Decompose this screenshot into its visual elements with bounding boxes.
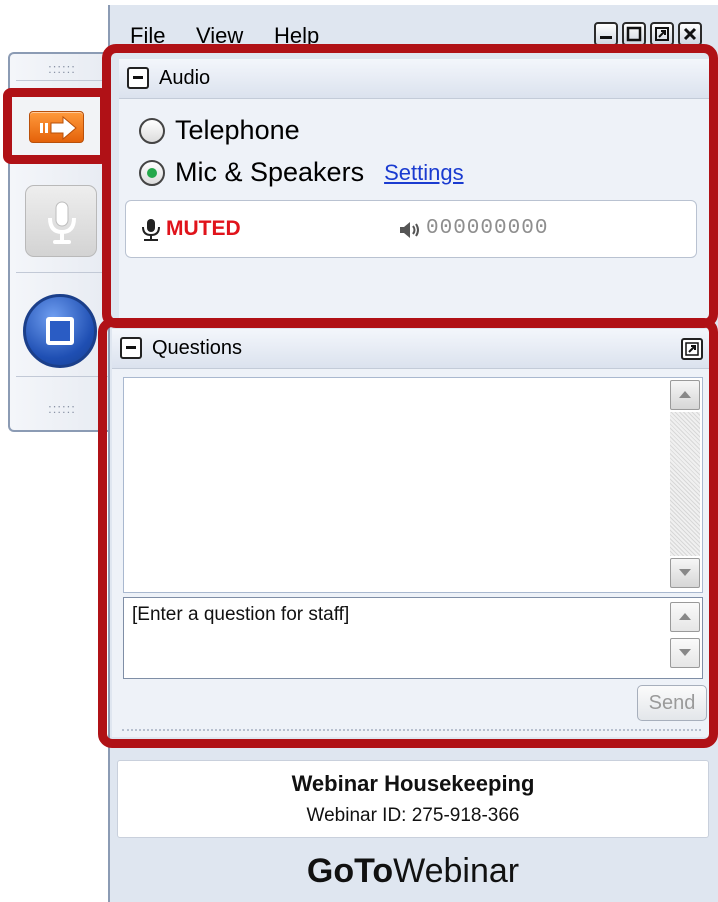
minimize-icon [600, 36, 612, 39]
maximize-icon [626, 26, 642, 42]
highlight-frame-questions [98, 318, 718, 748]
webinar-title: Webinar Housekeeping [291, 771, 535, 796]
stop-square-icon [46, 317, 74, 345]
menu-bar: File View Help [110, 5, 718, 49]
gotowebinar-logo: GoToWebinar [108, 852, 718, 891]
grip-handle-top[interactable]: :::::: [34, 62, 90, 75]
highlight-frame-audio [102, 44, 718, 328]
webinar-info: Webinar Housekeeping Webinar ID: 275-918… [117, 760, 709, 838]
divider [16, 272, 112, 273]
divider [16, 80, 112, 81]
grip-handle-bottom[interactable]: :::::: [34, 402, 90, 415]
webinar-id: Webinar ID: 275-918-366 [306, 805, 520, 826]
minimize-button[interactable] [594, 22, 618, 46]
close-icon [683, 27, 697, 41]
stop-screen-sharing-button[interactable] [23, 294, 97, 368]
highlight-frame-collapse [3, 88, 109, 164]
maximize-button[interactable] [622, 22, 646, 46]
microphone-icon [48, 201, 76, 244]
mic-button[interactable] [25, 185, 97, 257]
logo-goto: GoTo [306, 852, 394, 890]
popout-icon [655, 27, 669, 41]
logo-webinar: Webinar [393, 852, 520, 890]
popout-button[interactable] [650, 22, 674, 46]
arrow-right-icon [40, 115, 77, 141]
collapse-panel-button[interactable] [29, 111, 84, 143]
close-button[interactable] [678, 22, 702, 46]
